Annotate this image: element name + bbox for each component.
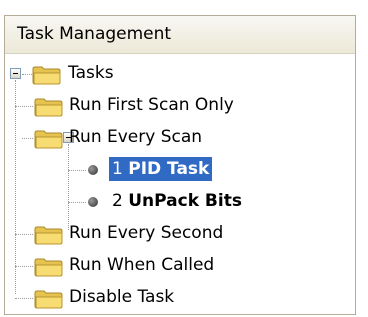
- task-bullet-icon: [88, 197, 98, 207]
- task-name: UnPack Bits: [128, 191, 242, 211]
- task-label: 2 UnPack Bits: [109, 189, 245, 213]
- tree-node-disable-task[interactable]: Disable Task: [5, 282, 305, 314]
- tree-node-run-every-scan[interactable]: Run Every Scan: [5, 122, 305, 154]
- task-number: 1: [112, 159, 123, 179]
- tree-node-label: Tasks: [68, 63, 114, 83]
- tree-node-run-first-scan-only[interactable]: Run First Scan Only: [5, 90, 345, 122]
- task-label-selected: 1 PID Task: [109, 157, 213, 181]
- folder-icon: [34, 226, 63, 245]
- tree-node-run-when-called[interactable]: Run When Called: [5, 250, 325, 282]
- task-bullet-icon: [88, 165, 98, 175]
- tree-node-label: Run First Scan Only: [69, 95, 234, 115]
- task-name: PID Task: [128, 159, 210, 179]
- collapse-toggle-icon[interactable]: [10, 68, 21, 79]
- tree-node-tasks[interactable]: Tasks: [5, 58, 155, 90]
- panel-title: Task Management: [17, 24, 172, 44]
- tree-node-label: Run Every Scan: [69, 127, 203, 147]
- tree-node-run-every-second[interactable]: Run Every Second: [5, 218, 325, 250]
- tree-node-unpack-bits[interactable]: 2 UnPack Bits: [5, 186, 345, 218]
- tree-node-label: Run When Called: [69, 255, 215, 275]
- folder-icon: [34, 290, 63, 309]
- tree-node-label: Run Every Second: [69, 223, 224, 243]
- task-number: 2: [112, 191, 123, 211]
- panel-header: Task Management: [5, 16, 355, 54]
- folder-icon: [34, 98, 63, 117]
- folder-icon: [32, 66, 61, 85]
- tree-node-pid-task[interactable]: 1 PID Task: [5, 154, 335, 186]
- task-management-panel: Task Management Tasks Run First Scan Onl…: [4, 15, 356, 315]
- task-tree[interactable]: Tasks Run First Scan Only Run Every Scan…: [5, 54, 355, 312]
- folder-icon: [34, 130, 63, 149]
- folder-icon: [34, 258, 63, 277]
- tree-node-label: Disable Task: [69, 287, 175, 307]
